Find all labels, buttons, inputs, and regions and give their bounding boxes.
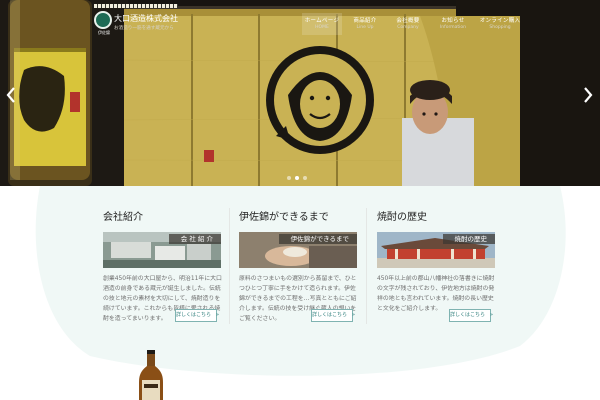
card-image-label: 焼酎の歴史 <box>442 234 495 244</box>
slide-dot-1[interactable] <box>287 176 291 180</box>
product-bottle-image <box>139 350 163 400</box>
nav-information-label: お知らせ <box>441 17 465 24</box>
nav-lineup[interactable]: 商品紹介 Line Up <box>345 13 385 35</box>
header: 伊佐錦 大口酒造株式会社 お酒造り一筋を通す蔵元から ホームページ HOME 商… <box>0 0 600 44</box>
card-divider <box>229 208 230 324</box>
card-title: 焼酎の歴史 <box>377 212 427 223</box>
card-title: 会社紹介 <box>103 212 143 223</box>
nav-home-sublabel: HOME <box>315 24 329 30</box>
card-company: 会社紹介 会 社 紹 介 創業450年前の大口屋から、明治11年に大口酒造の前身… <box>96 208 226 324</box>
circle-logo-icon <box>94 11 112 29</box>
nav-home[interactable]: ホームページ HOME <box>302 13 342 35</box>
company-name: 大口酒造株式会社 <box>114 14 178 23</box>
slide-dot-3[interactable] <box>303 176 307 180</box>
card-process: 伊佐錦ができるまで 伊佐錦ができるまで 原料のさつまいもの選別から蒸留まで、ひと… <box>232 208 362 324</box>
card-more-button[interactable]: 詳しくはこちら » <box>175 309 219 322</box>
nav-information-sublabel: Information <box>439 24 467 30</box>
logo-mark-label: 伊佐錦 <box>98 30 110 35</box>
logo-strip <box>94 4 178 8</box>
site-logo[interactable]: 伊佐錦 大口酒造株式会社 お酒造り一筋を通す蔵元から <box>94 4 178 38</box>
slide-dot-2[interactable] <box>295 176 299 180</box>
nav-shopping-sublabel: Shopping <box>489 24 511 30</box>
hero-slider: 伊佐錦 大口酒造株式会社 お酒造り一筋を通す蔵元から ホームページ HOME 商… <box>0 0 600 186</box>
card-image[interactable]: 焼酎の歴史 <box>377 232 495 268</box>
main-nav: ホームページ HOME 商品紹介 Line Up 会社概要 Company お知… <box>302 13 525 35</box>
prev-slide-button[interactable] <box>3 84 19 106</box>
main-content: 会社紹介 会 社 紹 介 創業450年前の大口屋から、明治11年に大口酒造の前身… <box>0 186 600 400</box>
chevron-right-icon <box>584 87 593 103</box>
card-history: 焼酎の歴史 焼酎の歴史 450年以上前の郡山八幡神社の落書きに焼酎の文字が残され… <box>370 208 500 324</box>
card-image-label: 会 社 紹 介 <box>168 234 221 244</box>
nav-home-label: ホームページ <box>304 17 340 24</box>
company-tagline: お酒造り一筋を通す蔵元から <box>114 26 174 31</box>
next-slide-button[interactable] <box>580 84 596 106</box>
nav-information[interactable]: お知らせ Information <box>431 13 475 35</box>
nav-company-label: 会社概要 <box>396 17 420 24</box>
chevron-left-icon <box>6 87 15 103</box>
card-image[interactable]: 伊佐錦ができるまで <box>239 232 357 268</box>
slide-indicators <box>287 176 311 182</box>
card-more-button[interactable]: 詳しくはこちら » <box>449 309 493 322</box>
card-image[interactable]: 会 社 紹 介 <box>103 232 221 268</box>
card-divider <box>366 208 367 324</box>
nav-lineup-sublabel: Line Up <box>356 24 374 30</box>
nav-shopping[interactable]: オンライン購入 Shopping <box>478 13 522 35</box>
card-title: 伊佐錦ができるまで <box>239 212 329 223</box>
nav-company-sublabel: Company <box>397 24 419 30</box>
card-more-button[interactable]: 詳しくはこちら » <box>311 309 355 322</box>
nav-company[interactable]: 会社概要 Company <box>388 13 428 35</box>
nav-shopping-label: オンライン購入 <box>479 17 521 24</box>
card-description: 450年以上前の郡山八幡神社の落書きに焼酎の文字が残されており、伊佐地方は焼酎の… <box>377 276 495 312</box>
nav-lineup-label: 商品紹介 <box>353 17 377 24</box>
card-image-label: 伊佐錦ができるまで <box>278 234 357 244</box>
